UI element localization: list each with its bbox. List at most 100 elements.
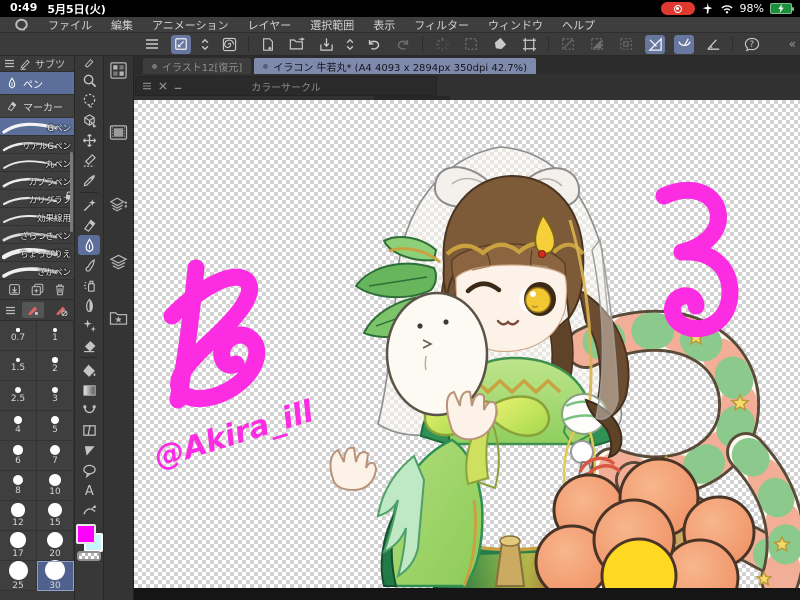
transparent-color-chip[interactable]	[76, 551, 101, 561]
size-cell[interactable]: 0.7	[0, 321, 37, 351]
fill-shape-button[interactable]	[490, 35, 510, 54]
brush-tool[interactable]	[78, 255, 100, 275]
fill-bucket-tool[interactable]	[78, 360, 100, 380]
menu-help[interactable]: ヘルプ	[562, 17, 595, 33]
collapse-toolbar-chevron[interactable]: «	[789, 37, 796, 51]
menu-layer[interactable]: レイヤー	[248, 17, 292, 33]
subtool-group-pen[interactable]: ペン	[0, 72, 74, 95]
brush-effect-line[interactable]: 効果線用	[0, 208, 74, 226]
workspace-grid-icon[interactable]	[107, 58, 131, 82]
clip-studio-logo-icon[interactable]	[14, 18, 29, 32]
size-cell[interactable]: 1	[37, 321, 74, 351]
fude-tool[interactable]	[78, 295, 100, 315]
duplicate-subtool-icon[interactable]	[31, 283, 44, 296]
timeline-film-icon[interactable]	[107, 120, 131, 144]
polyline-tool[interactable]	[78, 440, 100, 460]
size-cell[interactable]: 2	[37, 351, 74, 381]
size-cell[interactable]: 12	[0, 501, 37, 531]
open-file-button[interactable]	[287, 35, 307, 54]
brush-g-pen[interactable]: Gペン	[0, 118, 74, 136]
selection-pen-tool[interactable]	[78, 150, 100, 170]
balloon-tool[interactable]	[78, 460, 100, 480]
material-star-folder-icon[interactable]	[107, 305, 131, 329]
help-button[interactable]: ?	[742, 35, 762, 54]
tab-illustration-12[interactable]: イラスト12[復元]	[143, 58, 252, 74]
lasso-tool[interactable]	[78, 90, 100, 110]
menu-edit[interactable]: 編集	[111, 17, 133, 33]
zoom-tool[interactable]	[78, 70, 100, 90]
layer-property-icon[interactable]	[107, 192, 131, 216]
marker-tool[interactable]	[78, 215, 100, 235]
snap-ruler-button[interactable]	[645, 34, 665, 54]
size-cell[interactable]: 1.5	[0, 351, 37, 381]
brush-maru-pen[interactable]: 丸ペン	[0, 154, 74, 172]
menu-view[interactable]: 表示	[373, 17, 395, 33]
screen-recording-icon[interactable]	[660, 2, 695, 15]
size-cell[interactable]: 5	[37, 411, 74, 441]
wand-tool[interactable]	[78, 195, 100, 215]
subtool-palette-header[interactable]: サブツ	[0, 56, 74, 72]
size-cell[interactable]: 2.5	[0, 381, 37, 411]
save-file-button[interactable]	[316, 35, 336, 54]
size-cell-selected[interactable]: 30	[37, 559, 74, 591]
size-cell[interactable]: 7	[37, 441, 74, 471]
layers-icon[interactable]	[107, 250, 131, 274]
size-tab-brush-alt[interactable]	[50, 302, 72, 318]
palette-menu-icon[interactable]	[142, 35, 162, 54]
size-cell[interactable]: 20	[37, 531, 74, 561]
pen-tool[interactable]	[78, 235, 100, 255]
import-subtool-icon[interactable]	[8, 283, 21, 296]
figure-tool[interactable]	[78, 400, 100, 420]
gradient-tool[interactable]	[78, 380, 100, 400]
size-cell[interactable]: 15	[37, 501, 74, 531]
brush-rough-pen[interactable]: ざらつきペン	[0, 226, 74, 244]
eyedropper-tool[interactable]	[78, 170, 100, 190]
menu-selection[interactable]: 選択範囲	[310, 17, 354, 33]
brush-kabura-pen[interactable]: カブラペン	[0, 172, 74, 190]
edit-tool-button[interactable]	[171, 34, 191, 54]
size-cell[interactable]: 25	[0, 560, 37, 591]
brush-calligraphy[interactable]: カリグラフ	[0, 190, 74, 208]
size-cell[interactable]: 8	[0, 471, 37, 501]
undo-button[interactable]	[364, 35, 384, 54]
size-cell[interactable]: 3	[37, 381, 74, 411]
tab-ushiwakamaru[interactable]: イラコン 牛若丸* (A4 4093 x 2894px 350dpi 42.7%…	[254, 58, 536, 74]
decoration-tool[interactable]	[78, 315, 100, 335]
transform-frame-button[interactable]	[519, 35, 539, 54]
size-cell[interactable]: 10	[37, 471, 74, 501]
tool-switch-chevrons[interactable]	[200, 35, 210, 54]
text-tool[interactable]: A	[78, 480, 100, 500]
menu-window[interactable]: ウィンドウ	[488, 17, 543, 33]
eraser-tool[interactable]	[78, 335, 100, 355]
new-file-button[interactable]	[258, 35, 278, 54]
brush-list-scrollbar[interactable]	[70, 152, 73, 232]
size-cell[interactable]: 17	[0, 531, 37, 561]
color-circle-panel-header[interactable]: カラーサークル	[135, 76, 437, 96]
delete-subtool-icon[interactable]	[54, 283, 66, 296]
foreground-color-chip[interactable]	[75, 524, 96, 544]
brush-real-g-pen[interactable]: リアルGペン	[0, 136, 74, 154]
menu-filter[interactable]: フィルター	[414, 17, 469, 33]
size-cell[interactable]: 4	[0, 411, 37, 441]
select-area-button[interactable]	[461, 35, 481, 54]
save-chevrons[interactable]	[345, 35, 355, 54]
invert-selection-button[interactable]	[587, 35, 607, 54]
redo-button[interactable]	[393, 35, 413, 54]
size-tab-brush[interactable]	[22, 302, 44, 318]
deselect-button[interactable]	[558, 35, 578, 54]
move-tool[interactable]	[78, 130, 100, 150]
menu-file[interactable]: ファイル	[48, 17, 92, 33]
brush-size-palette-header[interactable]	[0, 300, 74, 321]
drawing-canvas[interactable]: @Akira_ill	[134, 100, 800, 600]
brush-zaka-pen[interactable]: ざかペン	[0, 262, 74, 280]
brush-choppiri[interactable]: ちょっぴりえ	[0, 244, 74, 262]
object-tool[interactable]	[78, 110, 100, 130]
line-fix-tool[interactable]	[78, 500, 100, 520]
subtool-group-marker[interactable]: マーカー	[0, 95, 74, 118]
clip-studio-button[interactable]	[219, 35, 239, 54]
airbrush-tool[interactable]	[78, 275, 100, 295]
size-cell[interactable]: 6	[0, 441, 37, 471]
selection-border-button[interactable]	[616, 35, 636, 54]
snap-curve-button[interactable]	[674, 34, 694, 54]
frame-border-tool[interactable]	[78, 420, 100, 440]
